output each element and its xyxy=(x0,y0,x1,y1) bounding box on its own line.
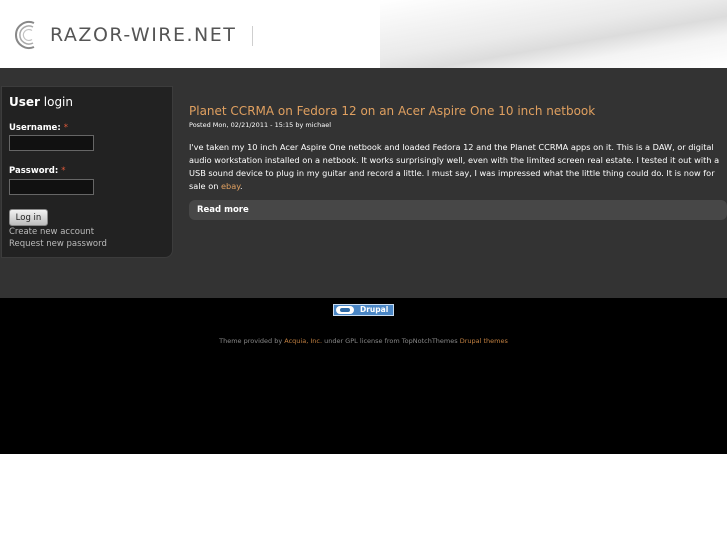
request-password-link[interactable]: Request new password xyxy=(9,239,107,249)
login-title-rest: login xyxy=(39,95,73,109)
footer-area xyxy=(0,298,727,454)
read-more-bar: Read more xyxy=(189,200,727,220)
theme-credits: Theme provided by Acquia, Inc. under GPL… xyxy=(0,337,727,345)
razor-wire-logo-icon[interactable] xyxy=(12,20,42,50)
article-teaser-end: . xyxy=(239,181,243,191)
login-block-title: User login xyxy=(9,95,73,109)
article-title-link[interactable]: Planet CCRMA on Fedora 12 on an Acer Asp… xyxy=(189,104,595,118)
site-name-link[interactable]: RAZOR-WIRE.NET xyxy=(50,24,236,46)
site-header: RAZOR-WIRE.NET xyxy=(0,0,727,68)
drupal-drop-icon xyxy=(336,306,354,314)
credits-middle: under GPL license from TopNotchThemes xyxy=(322,337,460,345)
ebay-link[interactable]: ebay xyxy=(221,181,240,191)
login-button[interactable]: Log in xyxy=(9,209,48,226)
drupal-badge-label: Drupal xyxy=(360,305,389,314)
page: RAZOR-WIRE.NET User login Username: * Pa… xyxy=(0,0,727,545)
username-field[interactable] xyxy=(9,135,94,151)
article-teaser: I've taken my 10 inch Acer Aspire One ne… xyxy=(189,141,725,193)
user-login-block: User login Username: * Password: * Log i… xyxy=(1,86,173,258)
article-teaser-text: I've taken my 10 inch Acer Aspire One ne… xyxy=(189,142,720,191)
login-title-bold: User xyxy=(9,95,40,109)
article-submitted-info: Posted Mon, 02/21/2011 - 15:15 by michae… xyxy=(189,121,332,129)
create-account-link[interactable]: Create new account xyxy=(9,227,94,237)
username-label-text: Username: xyxy=(9,123,61,133)
required-marker: * xyxy=(61,166,66,176)
powered-by-drupal-badge[interactable]: Drupal xyxy=(333,304,394,316)
acquia-link[interactable]: Acquia, Inc. xyxy=(284,337,322,345)
required-marker: * xyxy=(63,123,68,133)
drupal-themes-link[interactable]: Drupal themes xyxy=(460,337,508,345)
credits-prefix: Theme provided by xyxy=(219,337,285,345)
read-more-link[interactable]: Read more xyxy=(197,205,249,215)
username-label: Username: * xyxy=(9,123,68,133)
password-field[interactable] xyxy=(9,179,94,195)
header-swoosh-graphic xyxy=(380,0,727,68)
password-label: Password: * xyxy=(9,166,65,176)
password-label-text: Password: xyxy=(9,166,59,176)
header-divider xyxy=(252,26,253,46)
